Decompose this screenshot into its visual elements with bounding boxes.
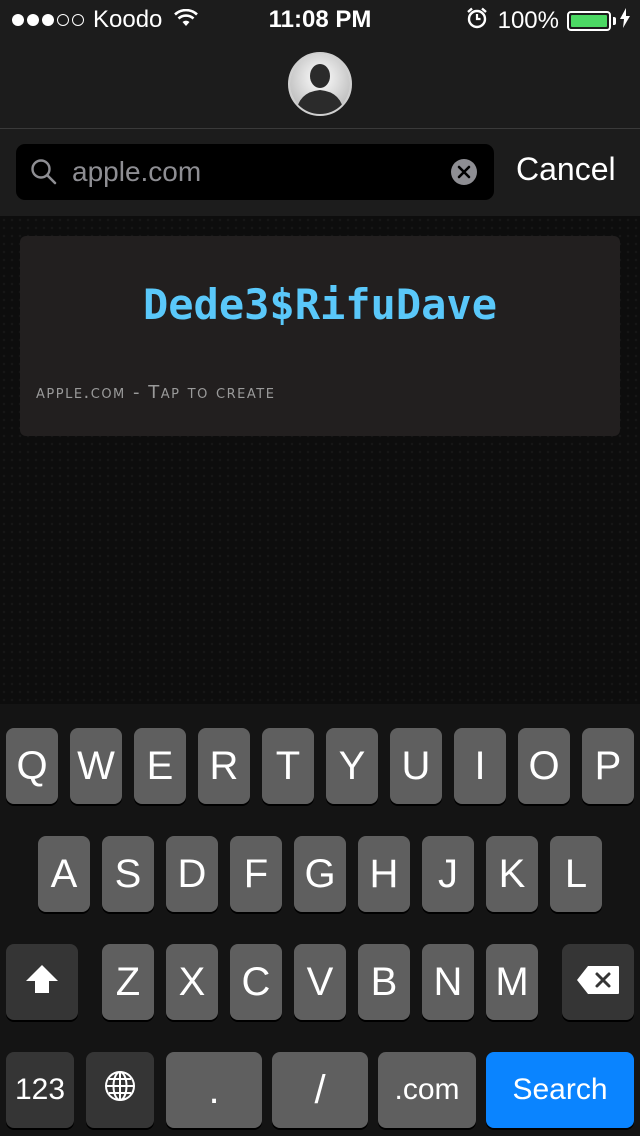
search-input[interactable] (72, 152, 442, 192)
generated-password: Dede3$RifuDave (142, 280, 497, 329)
key-w[interactable]: W (70, 728, 122, 804)
key-k[interactable]: K (486, 836, 538, 912)
key-g[interactable]: G (294, 836, 346, 912)
magnifying-glass-icon (30, 158, 58, 191)
dotcom-key[interactable]: .com (378, 1052, 476, 1128)
battery-cap (613, 16, 616, 25)
shift-arrow-icon (24, 960, 60, 1005)
shift-key[interactable] (6, 944, 78, 1020)
key-h[interactable]: H (358, 836, 410, 912)
alarm-clock-icon (466, 7, 488, 34)
password-card[interactable]: Dede3$RifuDave apple.com - Tap to create (20, 236, 620, 436)
slash-key[interactable]: / (272, 1052, 368, 1128)
status-right: 100% (466, 7, 630, 34)
search-field[interactable] (16, 144, 494, 200)
globe-key[interactable] (86, 1052, 154, 1128)
key-e[interactable]: E (134, 728, 186, 804)
key-j[interactable]: J (422, 836, 474, 912)
battery-icon (567, 10, 611, 31)
key-m[interactable]: M (486, 944, 538, 1020)
key-x[interactable]: X (166, 944, 218, 1020)
key-t[interactable]: T (262, 728, 314, 804)
cancel-button[interactable]: Cancel (516, 151, 616, 187)
clear-x-icon[interactable] (450, 158, 478, 186)
key-r[interactable]: R (198, 728, 250, 804)
globe-icon (103, 1068, 137, 1113)
search-bar: Cancel (0, 129, 640, 216)
key-o[interactable]: O (518, 728, 570, 804)
backspace-key[interactable] (562, 944, 634, 1020)
key-a[interactable]: A (38, 836, 90, 912)
key-u[interactable]: U (390, 728, 442, 804)
key-z[interactable]: Z (102, 944, 154, 1020)
header (0, 40, 640, 129)
key-v[interactable]: V (294, 944, 346, 1020)
battery-percent: 100% (497, 6, 559, 34)
password-caption: apple.com - Tap to create (36, 382, 276, 403)
dot-key[interactable]: . (166, 1052, 262, 1128)
key-l[interactable]: L (550, 836, 602, 912)
key-q[interactable]: Q (6, 728, 58, 804)
key-i[interactable]: I (454, 728, 506, 804)
key-n[interactable]: N (422, 944, 474, 1020)
key-f[interactable]: F (230, 836, 282, 912)
user-avatar-icon[interactable] (288, 52, 352, 116)
backspace-icon (576, 960, 620, 1005)
numbers-key[interactable]: 123 (6, 1052, 74, 1128)
key-p[interactable]: P (582, 728, 634, 804)
results-area: Dede3$RifuDave apple.com - Tap to create (0, 216, 640, 704)
search-key[interactable]: Search (486, 1052, 634, 1128)
key-s[interactable]: S (102, 836, 154, 912)
key-b[interactable]: B (358, 944, 410, 1020)
status-bar: Koodo 11:08 PM 100% (0, 0, 640, 40)
key-y[interactable]: Y (326, 728, 378, 804)
lightning-bolt-icon (620, 8, 630, 33)
keyboard: 123 . / .com Search QWERTYUIOP ASDFGHJKL Z… (0, 704, 640, 1136)
battery-level (571, 14, 607, 27)
key-d[interactable]: D (166, 836, 218, 912)
key-c[interactable]: C (230, 944, 282, 1020)
